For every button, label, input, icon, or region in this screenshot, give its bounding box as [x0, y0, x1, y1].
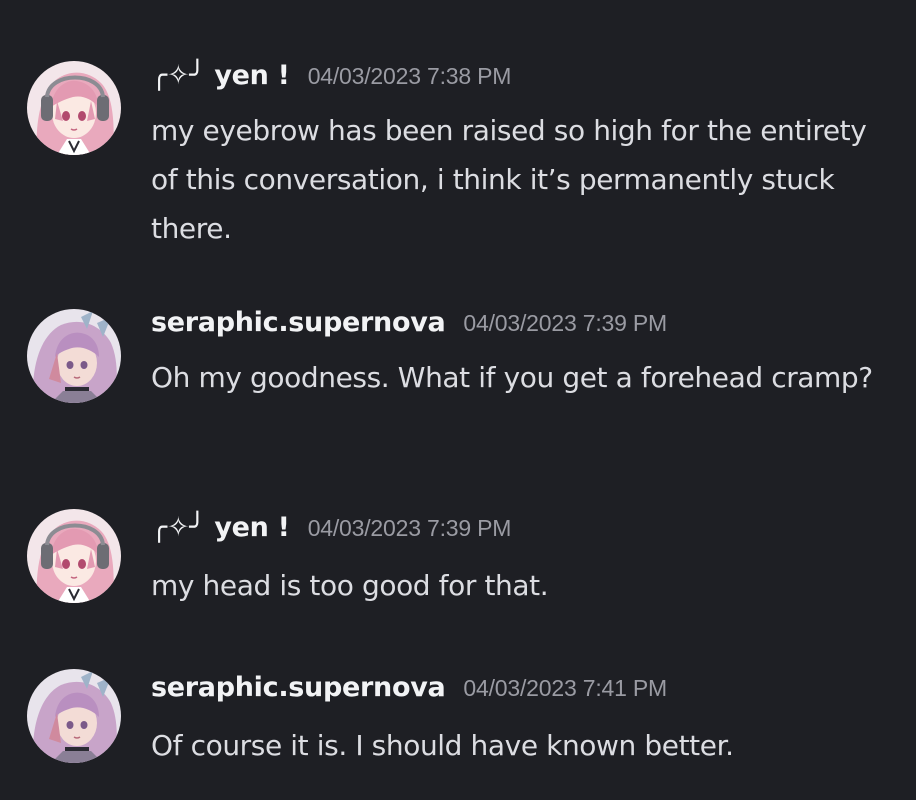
username[interactable]: ╭✧╯ yen !	[151, 512, 290, 543]
avatar[interactable]	[27, 509, 121, 603]
message-header: seraphic.supernova 04/03/2023 7:41 PM	[151, 672, 667, 712]
message-text: my eyebrow has been raised so high for t…	[151, 114, 867, 245]
message-text: Of course it is. I should have known bet…	[151, 729, 734, 762]
message-header: ╭✧╯ yen ! 04/03/2023 7:38 PM	[151, 60, 511, 100]
username[interactable]: seraphic.supernova	[151, 672, 446, 703]
avatar[interactable]	[27, 309, 121, 403]
avatar[interactable]	[27, 669, 121, 763]
lavender-hair-avatar-icon	[27, 669, 121, 763]
pink-hair-headphones-avatar-icon	[27, 61, 121, 155]
timestamp[interactable]: 04/03/2023 7:39 PM	[308, 515, 512, 542]
timestamp[interactable]: 04/03/2023 7:38 PM	[308, 63, 512, 90]
username[interactable]: ╭✧╯ yen !	[151, 60, 290, 91]
timestamp[interactable]: 04/03/2023 7:41 PM	[463, 675, 667, 702]
message-text: Oh my goodness. What if you get a forehe…	[151, 361, 873, 394]
chat-message-list: ╭✧╯ yen ! 04/03/2023 7:38 PM my eyebrow …	[0, 0, 916, 800]
lavender-hair-avatar-icon	[27, 309, 121, 403]
message-header: seraphic.supernova 04/03/2023 7:39 PM	[151, 307, 667, 347]
pink-hair-headphones-avatar-icon	[27, 509, 121, 603]
message-header: ╭✧╯ yen ! 04/03/2023 7:39 PM	[151, 512, 511, 552]
message-text: my head is too good for that.	[151, 569, 549, 602]
timestamp[interactable]: 04/03/2023 7:39 PM	[463, 310, 667, 337]
avatar[interactable]	[27, 61, 121, 155]
username[interactable]: seraphic.supernova	[151, 307, 446, 338]
